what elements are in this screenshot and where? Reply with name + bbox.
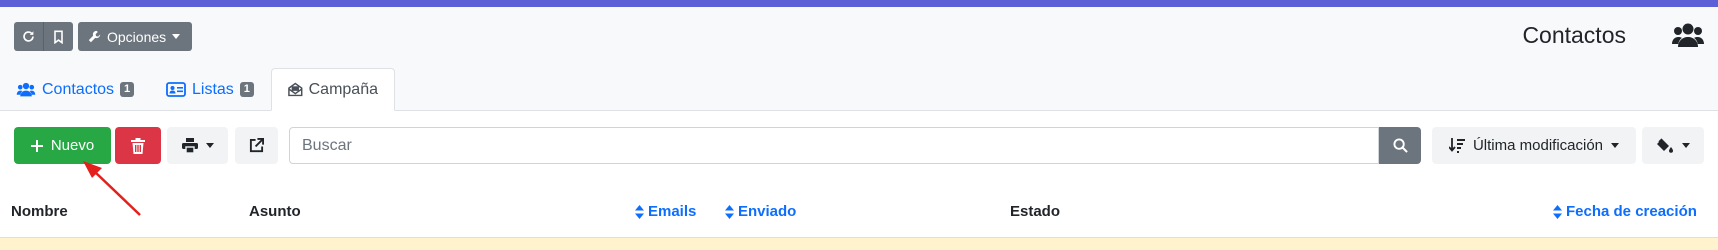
column-header-asunto: Asunto: [249, 203, 301, 220]
delete-button[interactable]: [115, 127, 161, 164]
sort-dropdown-button[interactable]: Última modificación: [1432, 127, 1636, 164]
top-accent-strip: [0, 0, 1718, 7]
envelope-open-icon: [288, 82, 303, 97]
page-title: Contactos: [1522, 22, 1626, 48]
new-campaign-button[interactable]: Nuevo: [14, 127, 111, 164]
sort-amount-down-icon: [1448, 138, 1465, 153]
fill-drip-icon: [1657, 137, 1673, 153]
sort-icon: [725, 204, 734, 219]
column-header-emails[interactable]: Emails: [635, 203, 696, 220]
column-header-label: Enviado: [738, 203, 797, 220]
chevron-down-icon: [172, 34, 181, 39]
sort-label: Última modificación: [1472, 137, 1604, 154]
bookmark-icon: [53, 30, 63, 44]
reload-bookmark-group: [14, 22, 73, 51]
tab-campana-label: Campaña: [308, 80, 378, 98]
bookmark-button[interactable]: [43, 22, 72, 51]
users-icon: [1672, 23, 1704, 47]
opciones-dropdown-button[interactable]: Opciones: [78, 22, 192, 51]
tab-contactos-count-badge: 1: [120, 82, 135, 97]
header-area: [0, 7, 1718, 111]
tab-campana[interactable]: Campaña: [271, 68, 395, 111]
reload-icon: [23, 31, 34, 42]
opciones-label: Opciones: [107, 28, 167, 45]
sort-icon: [635, 204, 644, 219]
column-header-enviado[interactable]: Enviado: [725, 203, 796, 220]
column-header-label: Asunto: [249, 203, 301, 220]
search-input[interactable]: [289, 127, 1379, 164]
address-card-icon: [166, 82, 186, 97]
wrench-icon: [88, 30, 101, 43]
column-header-label: Emails: [648, 203, 697, 220]
print-icon: [181, 138, 198, 153]
print-dropdown-button[interactable]: [167, 127, 228, 164]
trash-icon: [131, 137, 145, 154]
table-row-highlight: [0, 237, 1718, 250]
users-icon: [16, 82, 36, 97]
tab-listas-count-badge: 1: [239, 82, 254, 97]
column-header-fecha-creacion[interactable]: Fecha de creación: [1553, 203, 1697, 220]
reload-button[interactable]: [14, 22, 43, 51]
external-link-icon: [249, 138, 264, 153]
style-dropdown-button[interactable]: [1642, 127, 1704, 164]
plus-icon: [30, 139, 43, 152]
search-icon: [1392, 138, 1408, 153]
new-button-label: Nuevo: [50, 137, 95, 154]
chevron-down-icon: [1682, 143, 1690, 148]
column-header-nombre: Nombre: [11, 203, 68, 220]
tab-contactos-label: Contactos: [42, 80, 115, 98]
tab-listas-label: Listas: [192, 80, 234, 98]
column-header-estado: Estado: [1010, 203, 1060, 220]
tab-contactos[interactable]: Contactos 1: [16, 68, 135, 111]
column-header-label: Fecha de creación: [1566, 203, 1697, 220]
chevron-down-icon: [205, 143, 214, 148]
column-header-label: Nombre: [11, 203, 68, 220]
sort-icon: [1553, 204, 1562, 219]
export-button[interactable]: [235, 127, 278, 164]
column-header-label: Estado: [1010, 203, 1061, 220]
tab-listas[interactable]: Listas 1: [166, 68, 254, 111]
chevron-down-icon: [1611, 143, 1620, 148]
search-button[interactable]: [1379, 127, 1421, 164]
